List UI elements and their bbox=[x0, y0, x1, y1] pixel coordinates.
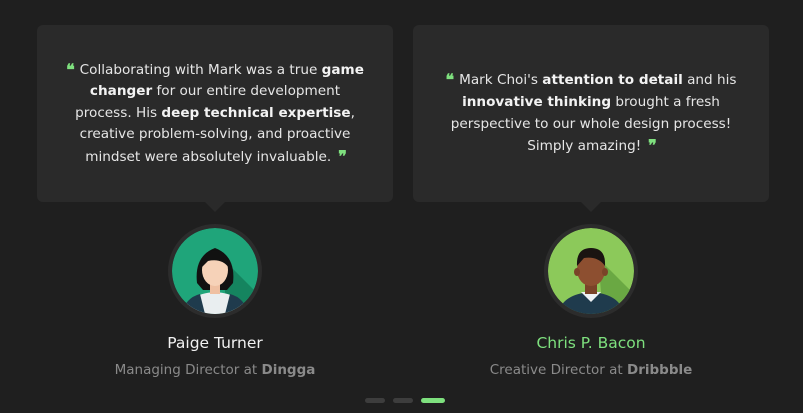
testimonial-card: ❝ Mark Choi's attention to detail and his… bbox=[413, 25, 769, 212]
carousel-pagination bbox=[365, 398, 445, 403]
pagination-dot[interactable] bbox=[393, 398, 413, 403]
testimonial-name: Paige Turner bbox=[167, 334, 263, 352]
testimonial-quote: ❝ Collaborating with Mark was a true game… bbox=[66, 59, 364, 166]
testimonial-name: Chris P. Bacon bbox=[536, 334, 646, 352]
testimonial-role: Creative Director at Dribbble bbox=[489, 362, 693, 378]
avatar bbox=[544, 224, 638, 318]
open-quote-icon: ❝ bbox=[445, 70, 454, 90]
man-avatar-icon bbox=[548, 228, 634, 314]
pagination-dot[interactable] bbox=[365, 398, 385, 403]
testimonial-card: ❝ Collaborating with Mark was a true game… bbox=[37, 25, 393, 212]
quote-highlight: deep technical expertise bbox=[161, 104, 351, 121]
open-quote-icon: ❝ bbox=[66, 59, 74, 79]
close-quote-icon: ❞ bbox=[338, 146, 346, 166]
quote-highlight: innovative thinking bbox=[462, 93, 612, 110]
close-quote-icon: ❞ bbox=[648, 136, 656, 156]
company-name: Dribbble bbox=[627, 362, 693, 378]
testimonial-quote: ❝ Mark Choi's attention to detail and his… bbox=[445, 70, 737, 156]
avatar bbox=[168, 224, 262, 318]
woman-avatar-icon bbox=[172, 228, 258, 314]
testimonial-role: Managing Director at Dingga bbox=[114, 362, 316, 378]
pagination-dot-active[interactable] bbox=[421, 398, 445, 403]
quote-highlight: attention to detail bbox=[542, 72, 683, 89]
company-name: Dingga bbox=[261, 362, 316, 378]
